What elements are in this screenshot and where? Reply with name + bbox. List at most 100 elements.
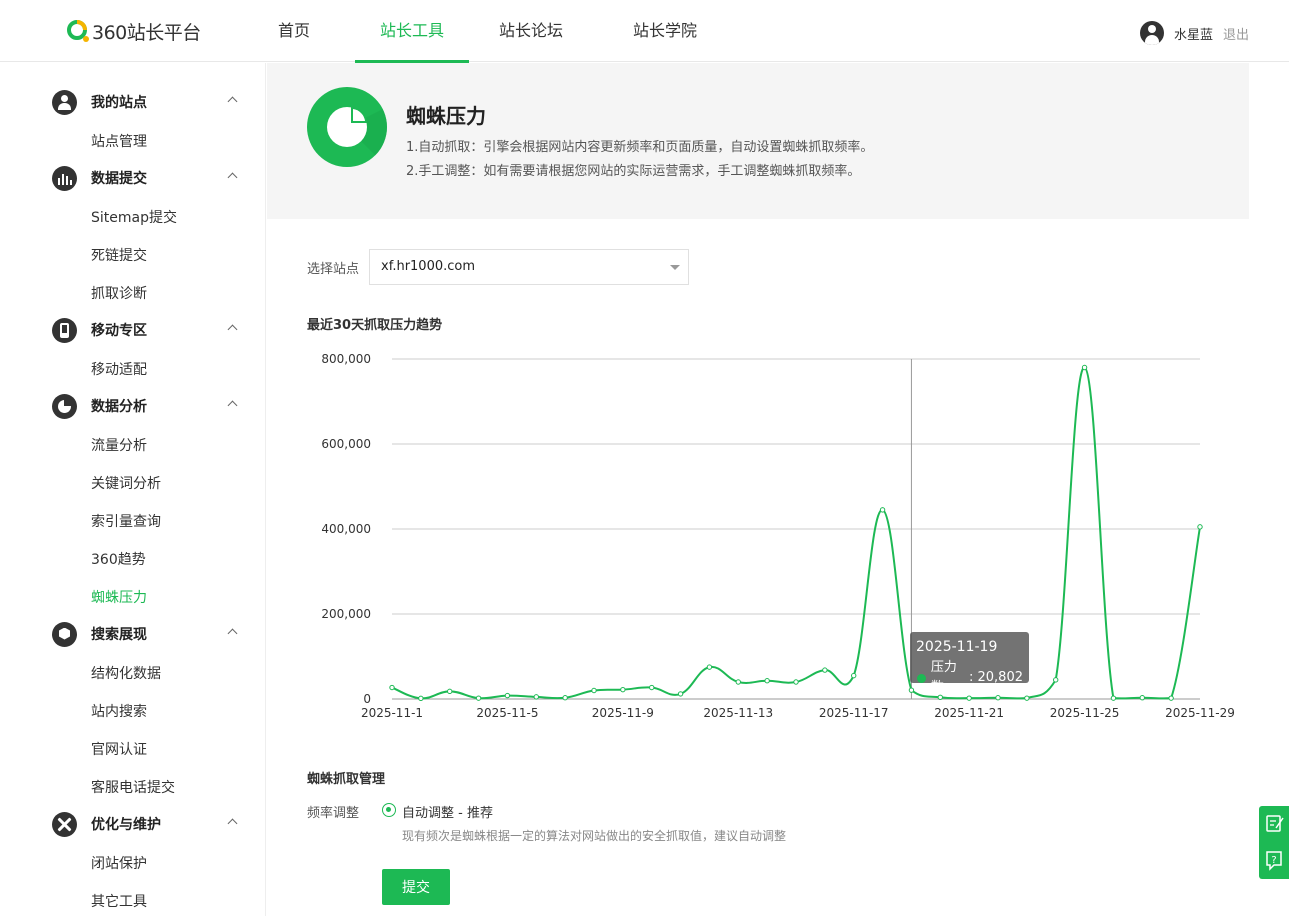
sidebar-section-title: 数据分析 [91,399,147,415]
sidebar-item-traffic[interactable]: 流量分析 [91,435,147,455]
nav-home[interactable]: 首页 [250,0,338,62]
nav-academy[interactable]: 站长学院 [615,0,715,62]
pie-chart-icon [307,87,387,167]
user-name[interactable]: 水星蓝 [1174,24,1213,43]
tooltip-date: 2025-11-19 [916,639,998,655]
pressure-trend-chart[interactable]: 0 200,000 400,000 600,000 800,000 2025-11-1 20… [300,340,1240,730]
y-tick-label: 600,000 [321,437,371,451]
sidebar-item-spider-pressure[interactable]: 蜘蛛压力 [91,587,147,607]
data-point[interactable] [620,686,626,693]
data-point[interactable] [735,679,741,685]
sidebar-section-search-display[interactable]: 搜索展现 [52,621,242,647]
sidebar-item-sitemap[interactable]: Sitemap提交 [91,207,177,227]
help-icon[interactable]: ? [1259,843,1289,879]
sidebar-item-service-phone[interactable]: 客服电话提交 [91,777,175,797]
chevron-up-icon [227,324,238,335]
floating-toolbar: ? [1259,806,1289,879]
main-nav: 首页 站长工具 站长论坛 站长学院 [250,0,715,63]
sidebar-item-other-tools[interactable]: 其它工具 [91,891,147,911]
sidebar-section-title: 移动专区 [91,323,147,339]
sidebar-item-dead-links[interactable]: 死链提交 [91,245,147,265]
sidebar-section-my-sites[interactable]: 我的站点 [52,89,242,115]
data-point[interactable] [1110,695,1117,701]
sidebar-section-mobile[interactable]: 移动专区 [52,317,242,343]
cube-icon [52,621,77,647]
svg-text:?: ? [1271,855,1276,866]
sidebar-section-title: 优化与维护 [91,817,161,833]
chevron-up-icon [227,818,238,829]
data-point[interactable] [504,692,511,699]
data-point[interactable] [706,664,713,670]
sidebar-item-structured-data[interactable]: 结构化数据 [91,663,161,683]
sidebar-section-data-analysis[interactable]: 数据分析 [52,393,242,419]
data-point[interactable] [908,687,915,693]
x-tick-label: 2025-11-1 [361,706,423,720]
sidebar-item-index[interactable]: 索引量查询 [91,511,161,531]
sidebar-section-title: 我的站点 [91,95,147,111]
page-banner: 蜘蛛压力 1.自动抓取：引擎会根据网站内容更新频率和页面质量，自动设置蜘蛛抓取频… [267,63,1249,219]
data-point[interactable] [677,691,684,697]
logo[interactable]: 360站长平台 [66,18,201,44]
logout-link[interactable]: 退出 [1223,24,1249,43]
data-point[interactable] [879,507,886,513]
sidebar-item-mobile-adapt[interactable]: 移动适配 [91,359,147,379]
y-tick-label: 0 [363,692,371,706]
data-point[interactable] [851,672,857,679]
data-point[interactable] [1197,524,1203,530]
pie-chart-icon [52,393,77,419]
avatar[interactable] [1139,21,1164,45]
site-select-label: 选择站点 [307,262,360,277]
data-point[interactable] [562,695,568,701]
logo-mark-icon [66,19,90,43]
data-point[interactable] [418,695,424,702]
auto-adjust-label[interactable]: 自动调整 - 推荐 [402,802,493,821]
top-header: 360站长平台 首页 站长工具 站长论坛 站长学院 水星蓝 退出 [0,0,1289,63]
x-tick-label: 2025-11-29 [1165,706,1235,720]
data-point[interactable] [533,694,539,700]
user-icon [52,89,77,115]
feedback-icon[interactable] [1259,806,1289,842]
sidebar-item-site-management[interactable]: 站点管理 [91,131,147,151]
chevron-up-icon [227,400,238,411]
sidebar: 我的站点 站点管理 数据提交 Sitemap提交 死链提交 抓取诊断 移动专区 … [0,63,266,916]
data-point[interactable] [1139,695,1145,701]
series-line [391,366,1201,700]
x-tick-label: 2025-11-5 [476,706,538,720]
data-point[interactable] [793,679,799,685]
data-point[interactable] [1053,677,1059,683]
sidebar-item-official-cert[interactable]: 官网认证 [91,739,147,759]
data-point[interactable] [1024,695,1030,701]
sidebar-item-site-close-protect[interactable]: 闭站保护 [91,853,147,873]
data-point[interactable] [649,684,655,691]
data-point[interactable] [764,678,770,684]
data-point[interactable] [475,695,482,701]
sidebar-section-data-submit[interactable]: 数据提交 [52,165,242,191]
site-select[interactable]: xf.hr1000.com [369,249,689,285]
y-tick-label: 200,000 [321,607,371,621]
data-point[interactable] [1168,695,1174,701]
tools-icon [52,811,77,837]
banner-description-2: 2.手工调整：如有需要请根据您网站的实际运营需求，手工调整蜘蛛抓取频率。 [406,164,861,179]
auto-adjust-hint: 现有频次是蜘蛛根据一定的算法对网站做出的安全抓取值，建议自动调整 [402,829,787,843]
auto-adjust-radio[interactable] [382,803,396,817]
sidebar-item-site-search[interactable]: 站内搜索 [91,701,147,721]
sidebar-item-keywords[interactable]: 关键词分析 [91,473,161,493]
data-point[interactable] [822,667,828,673]
sidebar-item-crawl-diagnosis[interactable]: 抓取诊断 [91,283,147,303]
site-select-value: xf.hr1000.com [381,259,476,274]
y-tick-label: 800,000 [321,352,371,366]
chart-tooltip: 2025-11-19 压力数: 20,802 [910,632,1029,695]
page-title: 蜘蛛压力 [406,104,486,128]
submit-button[interactable]: 提交 [382,869,450,905]
data-point[interactable] [447,688,453,695]
nav-forum[interactable]: 站长论坛 [481,0,581,62]
frequency-label: 频率调整 [307,806,360,821]
data-point[interactable] [591,687,597,694]
data-point[interactable] [1081,364,1088,371]
nav-webmaster-tools[interactable]: 站长工具 [355,0,469,63]
tooltip-colon: : [968,670,978,685]
sidebar-item-360-trend[interactable]: 360趋势 [91,549,146,569]
series-dot-icon [917,673,926,683]
data-point[interactable] [389,684,395,691]
sidebar-section-optimize[interactable]: 优化与维护 [52,811,242,837]
